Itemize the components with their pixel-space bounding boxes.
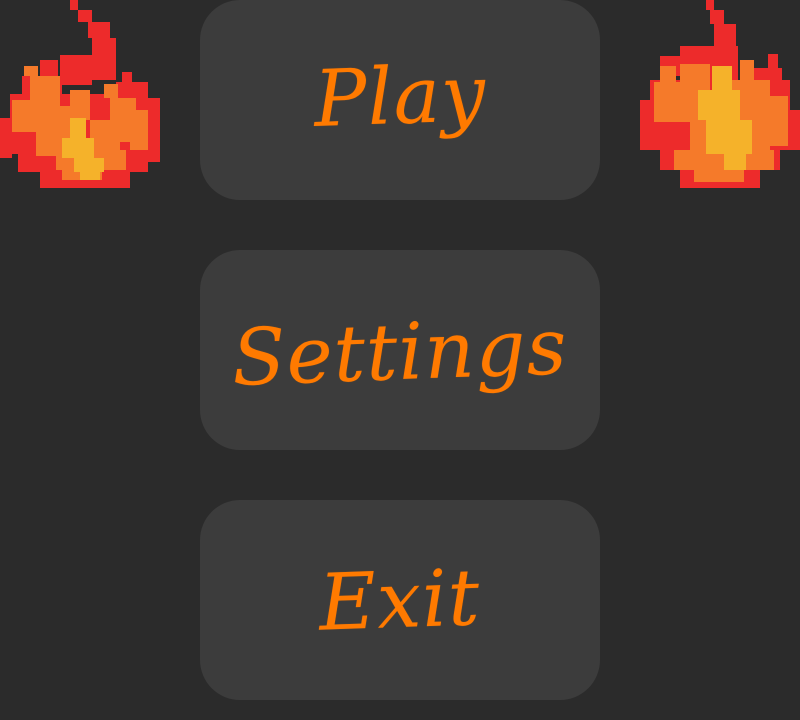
exit-button-label: Exit	[317, 553, 483, 649]
play-button[interactable]: Play	[200, 0, 600, 200]
flame-right-icon	[640, 0, 800, 188]
settings-button[interactable]: Settings	[200, 250, 600, 450]
settings-button-label: Settings	[230, 302, 570, 404]
exit-button[interactable]: Exit	[200, 500, 600, 700]
play-button-label: Play	[312, 49, 488, 145]
flame-left-icon	[0, 0, 160, 188]
